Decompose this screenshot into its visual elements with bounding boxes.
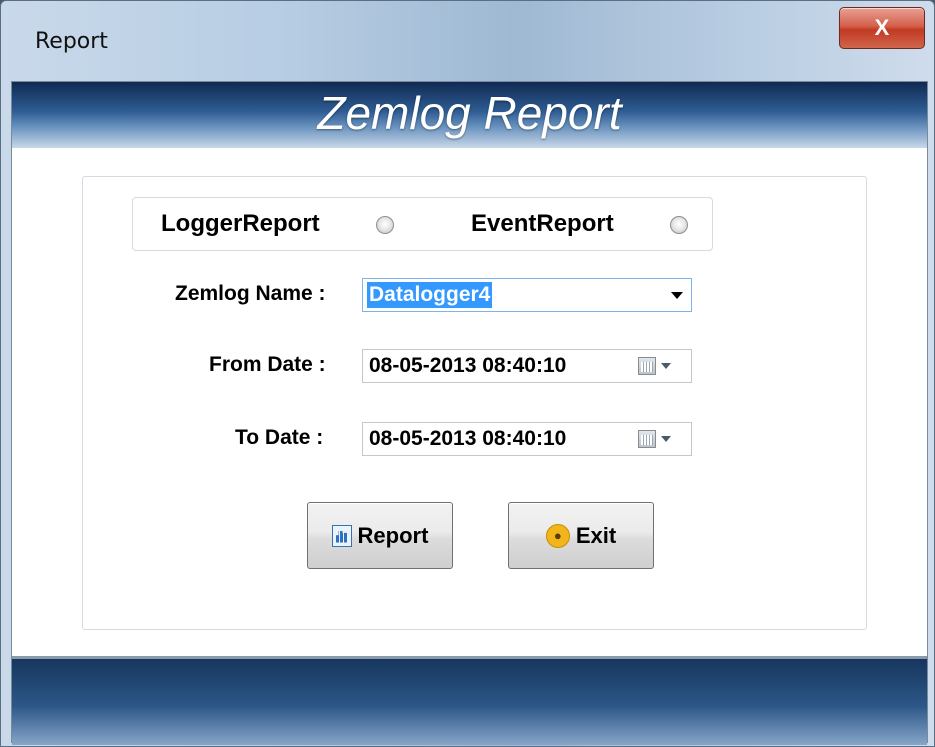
event-report-radio[interactable]	[670, 216, 688, 234]
report-type-group: LoggerReport EventReport	[132, 197, 713, 251]
from-date-value[interactable]: 08-05-2013 08:40:10	[369, 354, 566, 378]
title-bar[interactable]: Report X	[1, 1, 935, 81]
header-band: Zemlog Report	[12, 82, 927, 148]
to-date-label: To Date :	[235, 426, 324, 449]
footer-band	[12, 656, 927, 745]
app-title: Zemlog Report	[317, 87, 622, 139]
close-icon: X	[874, 15, 890, 40]
report-window: Report X Zemlog Report LoggerReport Even…	[0, 0, 935, 747]
dropdown-arrow-icon[interactable]	[671, 292, 683, 299]
exit-button-label: Exit	[575, 522, 617, 548]
close-button[interactable]: X	[839, 7, 925, 49]
chevron-down-icon	[661, 363, 671, 369]
to-date-value[interactable]: 08-05-2013 08:40:10	[369, 427, 566, 451]
calendar-icon	[638, 357, 656, 375]
logger-report-label[interactable]: LoggerReport	[161, 210, 320, 238]
window-title: Report	[35, 29, 108, 54]
report-button[interactable]: Report	[307, 502, 453, 569]
logger-report-radio[interactable]	[376, 216, 394, 234]
from-date-label: From Date :	[209, 353, 326, 376]
zemlog-name-label: Zemlog Name :	[175, 282, 326, 305]
chevron-down-icon	[661, 436, 671, 442]
from-date-calendar-button[interactable]	[638, 357, 678, 377]
zemlog-name-combobox[interactable]: Datalogger4	[362, 278, 692, 312]
event-report-label[interactable]: EventReport	[471, 210, 614, 238]
to-date-calendar-button[interactable]	[638, 430, 678, 450]
calendar-icon	[638, 430, 656, 448]
report-chart-icon	[331, 524, 352, 547]
client-area: Zemlog Report LoggerReport EventReport Z…	[11, 81, 928, 745]
lock-icon: ●	[545, 523, 570, 548]
from-date-picker[interactable]: 08-05-2013 08:40:10	[362, 349, 692, 383]
exit-button[interactable]: ● Exit	[508, 502, 654, 569]
to-date-picker[interactable]: 08-05-2013 08:40:10	[362, 422, 692, 456]
report-button-label: Report	[357, 522, 429, 548]
zemlog-name-value[interactable]: Datalogger4	[367, 282, 493, 308]
